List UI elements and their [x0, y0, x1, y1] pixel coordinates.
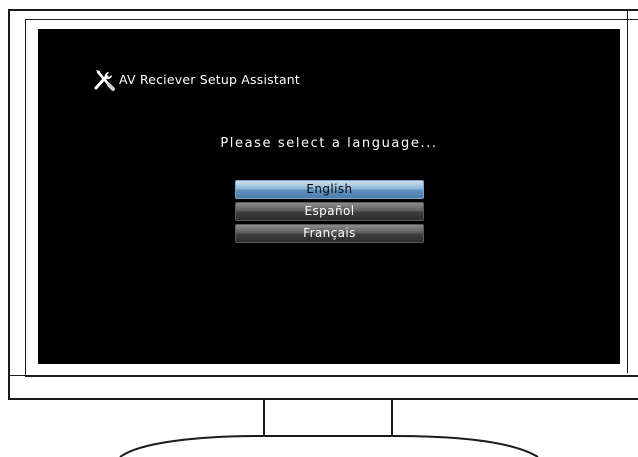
tv-stand-base — [119, 435, 539, 457]
tv-illustration: AV Reciever Setup Assistant Please selec… — [0, 0, 638, 457]
